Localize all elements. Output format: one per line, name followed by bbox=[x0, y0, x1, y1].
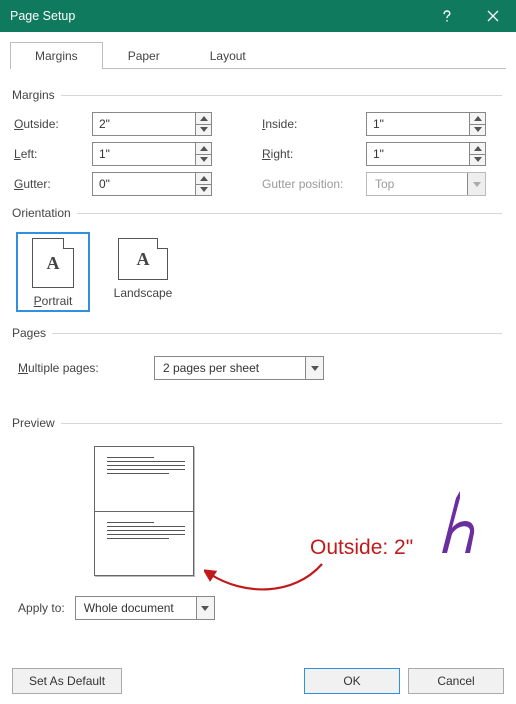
inside-spin-down[interactable] bbox=[470, 125, 485, 136]
group-orientation: Orientation A Portrait A Landscape bbox=[14, 206, 502, 316]
combo-apply-to[interactable]: Whole document bbox=[75, 596, 215, 620]
label-inside: Inside: bbox=[262, 117, 362, 131]
set-default-button[interactable]: Set As Default bbox=[12, 668, 122, 694]
tab-layout-label: Layout bbox=[210, 49, 246, 63]
inside-spin-up[interactable] bbox=[470, 113, 485, 125]
left-spin-down[interactable] bbox=[196, 155, 211, 166]
input-inside[interactable] bbox=[366, 112, 486, 136]
preview-page-top bbox=[95, 447, 193, 512]
right-spin-down[interactable] bbox=[470, 155, 485, 166]
outside-spin-down[interactable] bbox=[196, 125, 211, 136]
input-right-field[interactable] bbox=[367, 143, 469, 165]
combo-multiple-pages-btn[interactable] bbox=[305, 357, 323, 379]
label-outside: Outside: bbox=[14, 117, 88, 131]
title-bar: Page Setup bbox=[0, 0, 516, 32]
combo-gutter-position-value: Top bbox=[367, 173, 467, 195]
gutter-spin-up[interactable] bbox=[196, 173, 211, 185]
input-gutter[interactable] bbox=[92, 172, 212, 196]
label-left: Left: bbox=[14, 147, 88, 161]
input-right[interactable] bbox=[366, 142, 486, 166]
input-outside[interactable] bbox=[92, 112, 212, 136]
combo-multiple-pages[interactable]: 2 pages per sheet bbox=[154, 356, 324, 380]
input-left-field[interactable] bbox=[93, 143, 195, 165]
close-button[interactable] bbox=[470, 0, 516, 32]
group-pages: Pages Multiple pages: 2 pages per sheet bbox=[14, 326, 502, 386]
tabs: Margins Paper Layout bbox=[0, 32, 516, 69]
cancel-button[interactable]: Cancel bbox=[408, 668, 504, 694]
annotation-outside: Outside: 2" bbox=[310, 536, 413, 560]
ok-button[interactable]: OK bbox=[304, 668, 400, 694]
help-button[interactable] bbox=[424, 0, 470, 32]
input-inside-field[interactable] bbox=[367, 113, 469, 135]
preview-page-bottom bbox=[95, 512, 193, 576]
group-preview-legend: Preview bbox=[12, 416, 61, 430]
preview-page bbox=[94, 446, 194, 576]
gutter-spin-down[interactable] bbox=[196, 185, 211, 196]
logo-h-icon bbox=[430, 488, 486, 558]
label-apply-to: Apply to: bbox=[18, 601, 65, 615]
tab-layout[interactable]: Layout bbox=[185, 42, 271, 69]
right-spin-up[interactable] bbox=[470, 143, 485, 155]
landscape-icon: A bbox=[118, 238, 168, 280]
group-pages-legend: Pages bbox=[12, 326, 52, 340]
landscape-label: Landscape bbox=[114, 286, 173, 300]
orientation-landscape[interactable]: A Landscape bbox=[108, 234, 178, 310]
combo-gutter-position: Top bbox=[366, 172, 486, 196]
label-right: Right: bbox=[262, 147, 362, 161]
label-multiple-pages: Multiple pages: bbox=[18, 361, 138, 375]
group-margins-legend: Margins bbox=[12, 88, 61, 102]
tab-margins[interactable]: Margins bbox=[10, 42, 103, 69]
combo-apply-to-btn[interactable] bbox=[196, 597, 214, 619]
tab-paper-label: Paper bbox=[128, 49, 160, 63]
tab-margins-label: Margins bbox=[35, 49, 78, 63]
left-spin-up[interactable] bbox=[196, 143, 211, 155]
label-gutter: Gutter: bbox=[14, 177, 88, 191]
button-bar: Set As Default OK Cancel bbox=[6, 668, 510, 694]
combo-multiple-pages-value: 2 pages per sheet bbox=[155, 357, 305, 379]
combo-apply-to-value: Whole document bbox=[76, 597, 196, 619]
group-preview: Preview bbox=[14, 416, 502, 582]
label-gutter-position: Gutter position: bbox=[262, 177, 362, 191]
group-orientation-legend: Orientation bbox=[12, 206, 77, 220]
window-title: Page Setup bbox=[10, 9, 424, 23]
portrait-label: Portrait bbox=[34, 294, 73, 308]
portrait-icon: A bbox=[32, 238, 74, 288]
input-left[interactable] bbox=[92, 142, 212, 166]
group-margins: Margins Outside: Inside: bbox=[14, 88, 502, 196]
input-gutter-field[interactable] bbox=[93, 173, 195, 195]
input-outside-field[interactable] bbox=[93, 113, 195, 135]
tab-paper[interactable]: Paper bbox=[103, 42, 185, 69]
combo-gutter-position-btn bbox=[467, 173, 485, 195]
outside-spin-up[interactable] bbox=[196, 113, 211, 125]
orientation-portrait[interactable]: A Portrait bbox=[18, 234, 88, 310]
